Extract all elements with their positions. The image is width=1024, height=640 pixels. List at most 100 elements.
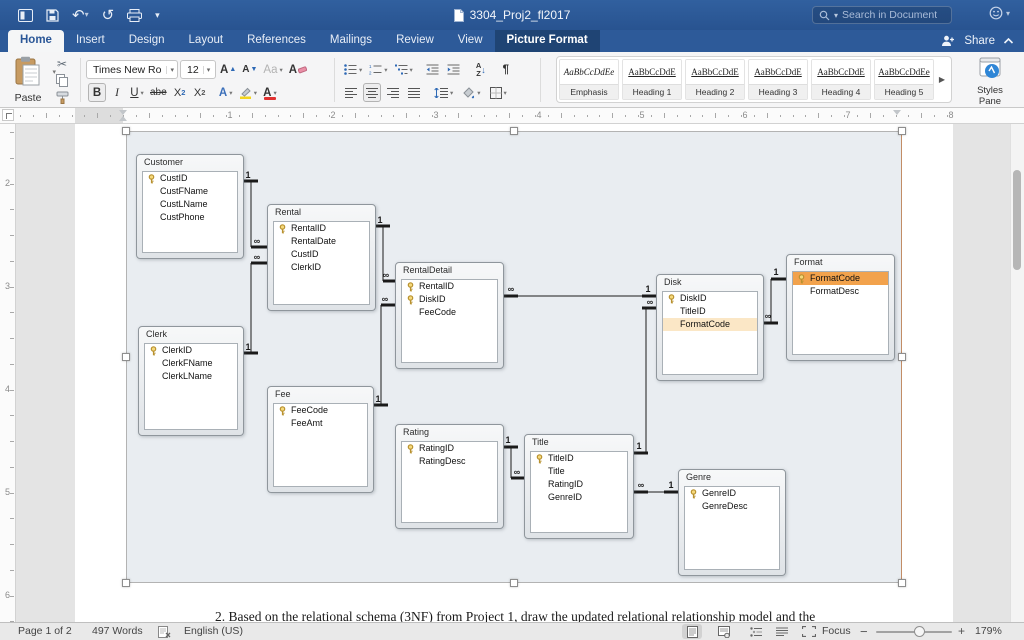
tab-mailings[interactable]: Mailings <box>318 30 384 52</box>
font-name-dropdown-icon[interactable]: ▾ <box>166 66 174 74</box>
show-paragraph-marks-button[interactable]: ¶ <box>497 60 515 79</box>
subscript-button[interactable]: X2 <box>171 83 189 102</box>
er-table-rental[interactable]: RentalRentalIDRentalDateCustIDClerkID <box>267 204 376 311</box>
focus-mode-icon[interactable] <box>802 626 816 640</box>
feedback-button[interactable]: ▾ <box>989 6 1010 20</box>
strikethrough-button[interactable]: abe <box>148 83 169 102</box>
shading-button[interactable]: ▾ <box>460 83 482 102</box>
shrink-font-button[interactable]: A▼ <box>240 60 259 79</box>
er-table-genre[interactable]: GenreGenreIDGenreDesc <box>678 469 786 576</box>
italic-button[interactable]: I <box>108 83 126 102</box>
line-spacing-button[interactable]: ▾ <box>432 83 455 102</box>
zoom-percentage[interactable]: 179% <box>975 623 1002 640</box>
font-color-button[interactable]: A▾ <box>261 83 279 102</box>
search-input[interactable]: ▾ Search in Document <box>812 6 952 24</box>
resize-handle-top-center[interactable] <box>510 127 518 135</box>
resize-handle-top-right[interactable] <box>898 127 906 135</box>
cut-icon[interactable]: ✂ <box>57 58 67 70</box>
er-table-rentaldetail[interactable]: RentalDetailRentalIDDiskIDFeeCode <box>395 262 504 369</box>
search-scope-dropdown-icon[interactable]: ▾ <box>834 11 838 20</box>
outline-view-button[interactable] <box>746 624 766 639</box>
grow-font-button[interactable]: A▲ <box>218 60 238 79</box>
tab-references[interactable]: References <box>235 30 318 52</box>
highlight-button[interactable]: ▾ <box>237 83 259 102</box>
web-layout-view-button[interactable] <box>714 624 734 639</box>
resize-handle-middle-left[interactable] <box>122 353 130 361</box>
paste-button[interactable]: ▾ Paste <box>6 56 50 104</box>
er-table-customer[interactable]: CustomerCustIDCustFNameCustLNameCustPhon… <box>136 154 244 259</box>
print-icon[interactable] <box>127 9 142 22</box>
body-text-line[interactable]: 2. Based on the relational schema (3NF) … <box>215 609 975 622</box>
resize-handle-middle-right[interactable] <box>898 353 906 361</box>
tab-insert[interactable]: Insert <box>64 30 117 52</box>
resize-handle-bottom-left[interactable] <box>122 579 130 587</box>
hanging-indent-marker[interactable] <box>119 116 127 121</box>
language-indicator[interactable]: English (US) <box>184 623 243 640</box>
style-chip-heading-4[interactable]: AaBbCcDdEHeading 4 <box>811 59 871 100</box>
style-chip-heading-3[interactable]: AaBbCcDdEHeading 3 <box>748 59 808 100</box>
change-case-button[interactable]: Aa▾ <box>261 60 284 79</box>
redo-button[interactable]: ↺ <box>102 8 115 23</box>
er-table-title[interactable]: TitleTitleIDTitleRatingIDGenreID <box>524 434 634 539</box>
tab-review[interactable]: Review <box>384 30 446 52</box>
resize-handle-top-left[interactable] <box>122 127 130 135</box>
vertical-ruler[interactable]: 23456 <box>0 124 16 622</box>
er-diagram-picture[interactable]: 1∞1∞1∞1∞∞1∞11∞∞1∞1 CustomerCustIDCustFNa… <box>126 131 902 583</box>
toolbar-options-icon[interactable]: ▾ <box>155 11 160 20</box>
undo-dropdown-icon[interactable]: ▾ <box>85 11 89 19</box>
increase-indent-button[interactable] <box>445 60 463 79</box>
share-button[interactable]: Share <box>964 35 995 47</box>
styles-gallery-more-icon[interactable]: ▶ <box>937 59 947 100</box>
right-indent-marker[interactable] <box>893 110 901 115</box>
styles-pane-button[interactable]: StylesPane <box>962 57 1018 108</box>
align-right-button[interactable] <box>384 83 402 102</box>
borders-button[interactable]: ▾ <box>488 83 509 102</box>
style-chip-emphasis[interactable]: AaBbCcDdEeEmphasis <box>559 59 619 100</box>
text-effects-dropdown-icon[interactable]: ▾ <box>229 89 232 97</box>
text-effects-button[interactable]: A▾ <box>217 83 235 102</box>
font-color-dropdown-icon[interactable]: ▾ <box>273 89 276 97</box>
align-left-button[interactable] <box>342 83 360 102</box>
multilevel-list-button[interactable]: ▾ <box>393 60 415 79</box>
tab-layout[interactable]: Layout <box>177 30 236 52</box>
undo-button[interactable]: ↶▾ <box>72 8 89 23</box>
style-chip-heading-1[interactable]: AaBbCcDdEHeading 1 <box>622 59 682 100</box>
sort-button[interactable]: AZ↓ <box>472 60 490 79</box>
draft-view-button[interactable] <box>772 624 792 639</box>
tab-design[interactable]: Design <box>117 30 177 52</box>
zoom-slider-thumb[interactable] <box>914 626 925 637</box>
bold-button[interactable]: B <box>88 83 106 102</box>
er-table-rating[interactable]: RatingRatingIDRatingDesc <box>395 424 504 529</box>
focus-mode-label[interactable]: Focus <box>822 623 851 640</box>
font-name-select[interactable]: Times New Ro... ▾ <box>86 60 178 79</box>
er-table-fee[interactable]: FeeFeeCodeFeeAmt <box>267 386 374 493</box>
tab-picture-format[interactable]: Picture Format <box>495 30 600 52</box>
tab-view[interactable]: View <box>446 30 495 52</box>
numbering-button[interactable]: 12▾ <box>367 60 389 79</box>
resize-handle-bottom-center[interactable] <box>510 579 518 587</box>
word-count[interactable]: 497 Words <box>92 623 143 640</box>
horizontal-ruler[interactable]: 12345678 <box>0 108 1024 124</box>
zoom-in-button[interactable]: + <box>958 623 965 640</box>
justify-button[interactable] <box>405 83 423 102</box>
clear-formatting-button[interactable]: A <box>287 60 309 79</box>
save-icon[interactable] <box>46 9 59 22</box>
tab-home[interactable]: Home <box>8 30 64 52</box>
collapse-ribbon-icon[interactable] <box>1003 37 1014 45</box>
resize-handle-bottom-right[interactable] <box>898 579 906 587</box>
er-table-format[interactable]: FormatFormatCodeFormatDesc <box>786 254 895 361</box>
font-size-select[interactable]: 12 ▾ <box>180 60 216 79</box>
scrollbar-thumb[interactable] <box>1013 170 1021 270</box>
bullets-button[interactable]: ▾ <box>342 60 364 79</box>
er-table-clerk[interactable]: ClerkClerkIDClerkFNameClerkLName <box>138 326 244 436</box>
document-canvas[interactable]: 2. Based on the relational schema (3NF) … <box>0 124 1024 622</box>
tab-selector[interactable] <box>2 109 14 121</box>
zoom-out-button[interactable]: − <box>860 623 868 640</box>
decrease-indent-button[interactable] <box>424 60 442 79</box>
format-painter-icon[interactable] <box>56 91 69 104</box>
copy-icon[interactable] <box>56 74 68 87</box>
font-size-dropdown-icon[interactable]: ▾ <box>203 66 211 74</box>
style-chip-heading-2[interactable]: AaBbCcDdEHeading 2 <box>685 59 745 100</box>
page-indicator[interactable]: Page 1 of 2 <box>18 623 72 640</box>
align-center-button[interactable] <box>363 83 381 102</box>
